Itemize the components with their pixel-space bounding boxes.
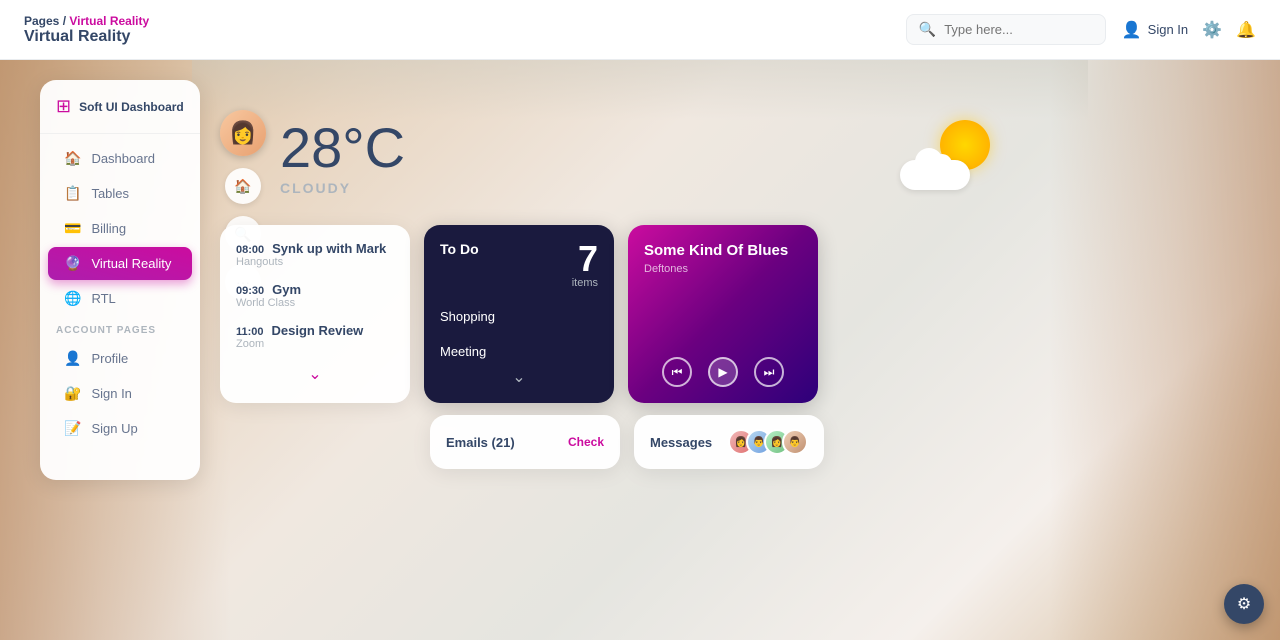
breadcrumb-current[interactable]: Virtual Reality	[69, 14, 149, 28]
logo-text: Soft UI Dashboard	[79, 100, 184, 114]
schedule-title-1: Synk up with Mark	[272, 241, 386, 256]
sidebar-item-dashboard[interactable]: 🏠 Dashboard	[48, 142, 192, 175]
sidebar-item-tables[interactable]: 📋 Tables	[48, 177, 192, 210]
todo-card: To Do 7 items Shopping Meeting ⌄	[424, 225, 614, 403]
top-nav: Pages / Virtual Reality Virtual Reality …	[0, 0, 1280, 60]
sidebar-item-label: Dashboard	[91, 151, 155, 166]
page-title: Virtual Reality	[24, 28, 149, 46]
breadcrumb: Pages / Virtual Reality	[24, 14, 149, 28]
main-area: ⊞ Soft UI Dashboard 🏠 Dashboard 📋 Tables…	[0, 60, 1280, 640]
home-button[interactable]: 🏠	[225, 168, 261, 204]
search-icon: 🔍	[919, 21, 936, 38]
sidebar-item-signin[interactable]: 🔐 Sign In	[48, 377, 192, 410]
messages-label: Messages	[650, 435, 712, 450]
schedule-sub-1: Hangouts	[236, 256, 394, 268]
cards-area: 08:00 Synk up with Mark Hangouts 09:30 G…	[220, 225, 818, 403]
room-ceiling	[192, 60, 1088, 120]
dashboard-icon: 🏠	[64, 150, 81, 167]
next-button[interactable]: ⏭	[754, 357, 784, 387]
sidebar-item-label: Profile	[91, 351, 128, 366]
sidebar-item-label: Tables	[91, 186, 129, 201]
user-icon: 👤	[1122, 20, 1142, 40]
schedule-title-2: Gym	[272, 282, 301, 297]
sidebar-item-signup[interactable]: 📝 Sign Up	[48, 412, 192, 445]
schedule-time-1: 08:00	[236, 244, 264, 256]
todo-count: 7	[572, 241, 598, 277]
billing-icon: 💳	[64, 220, 81, 237]
nav-right: 🔍 👤 Sign In ⚙️ 🔔	[906, 14, 1256, 45]
todo-subtitles: Shopping Meeting	[440, 289, 598, 359]
schedule-more-button[interactable]: ⌄	[236, 364, 394, 384]
sidebar-item-label: Sign Up	[91, 421, 137, 436]
search-box[interactable]: 🔍	[906, 14, 1106, 45]
avatar-face: 👩	[229, 120, 256, 146]
messages-avatars: 👩 👨 👩 👨	[728, 429, 808, 455]
schedule-title-3: Design Review	[272, 323, 364, 338]
music-controls: ⏮ ▶ ⏭	[644, 357, 802, 387]
schedule-sub-2: World Class	[236, 297, 394, 309]
email-card: Emails (21) Check	[430, 415, 620, 469]
schedule-item-3: 11:00 Design Review Zoom	[236, 323, 394, 350]
cloud-icon	[900, 160, 970, 190]
account-section-label: ACCOUNT PAGES	[40, 317, 200, 340]
avatar: 👩	[220, 110, 266, 156]
email-check-button[interactable]: Check	[568, 435, 604, 449]
sidebar-item-virtual-reality[interactable]: 🔮 Virtual Reality	[48, 247, 192, 280]
profile-icon: 👤	[64, 350, 81, 367]
schedule-item-2: 09:30 Gym World Class	[236, 282, 394, 309]
sidebar-item-profile[interactable]: 👤 Profile	[48, 342, 192, 375]
schedule-sub-3: Zoom	[236, 338, 394, 350]
notifications-icon[interactable]: 🔔	[1236, 20, 1256, 40]
schedule-time-2: 09:30	[236, 285, 264, 297]
nav-left: Pages / Virtual Reality Virtual Reality	[24, 14, 149, 46]
bottom-cards-area: Emails (21) Check Messages 👩 👨 👩 👨	[430, 415, 824, 469]
gear-button[interactable]: ⚙	[1224, 584, 1264, 624]
todo-label: To Do	[440, 241, 479, 257]
weather-card: 28°C CLOUDY	[280, 120, 405, 196]
nav-actions: 👤 Sign In ⚙️ 🔔	[1122, 20, 1256, 40]
sidebar-item-billing[interactable]: 💳 Billing	[48, 212, 192, 245]
search-input[interactable]	[944, 22, 1093, 37]
vr-icon: 🔮	[64, 255, 81, 272]
play-button[interactable]: ▶	[708, 357, 738, 387]
rtl-icon: 🌐	[64, 290, 81, 307]
prev-button[interactable]: ⏮	[662, 357, 692, 387]
logo-icon: ⊞	[56, 96, 71, 117]
todo-subtitle-1: Shopping	[440, 309, 598, 324]
schedule-item-1: 08:00 Synk up with Mark Hangouts	[236, 241, 394, 268]
lock-icon: 🔐	[64, 385, 81, 402]
sidebar-logo: ⊞ Soft UI Dashboard	[40, 96, 200, 134]
sidebar-item-label: Sign In	[91, 386, 131, 401]
sidebar-item-rtl[interactable]: 🌐 RTL	[48, 282, 192, 315]
weather-condition: CLOUDY	[280, 180, 405, 196]
sidebar-item-label: Virtual Reality	[91, 256, 171, 271]
music-card: Some Kind Of Blues Deftones ⏮ ▶ ⏭	[628, 225, 818, 403]
avatar-4: 👨	[782, 429, 808, 455]
signin-button[interactable]: 👤 Sign In	[1122, 20, 1188, 40]
breadcrumb-prefix: Pages /	[24, 14, 66, 28]
sidebar-item-label: Billing	[91, 221, 126, 236]
schedule-time-3: 11:00	[236, 326, 264, 338]
signin-label: Sign In	[1148, 22, 1188, 37]
sidebar: ⊞ Soft UI Dashboard 🏠 Dashboard 📋 Tables…	[40, 80, 200, 480]
messages-card: Messages 👩 👨 👩 👨	[634, 415, 824, 469]
todo-items-label: items	[572, 277, 598, 289]
music-title: Some Kind Of Blues	[644, 241, 802, 261]
signup-icon: 📝	[64, 420, 81, 437]
tables-icon: 📋	[64, 185, 81, 202]
sidebar-item-label: RTL	[91, 291, 115, 306]
music-artist: Deftones	[644, 263, 802, 275]
temperature: 28°C	[280, 120, 405, 176]
settings-icon[interactable]: ⚙️	[1202, 20, 1222, 40]
weather-icon-widget	[900, 120, 1000, 200]
schedule-card: 08:00 Synk up with Mark Hangouts 09:30 G…	[220, 225, 410, 403]
todo-top: To Do 7 items	[440, 241, 598, 289]
todo-subtitle-2: Meeting	[440, 344, 598, 359]
email-label: Emails (21)	[446, 435, 515, 450]
todo-more-icon[interactable]: ⌄	[440, 367, 598, 387]
